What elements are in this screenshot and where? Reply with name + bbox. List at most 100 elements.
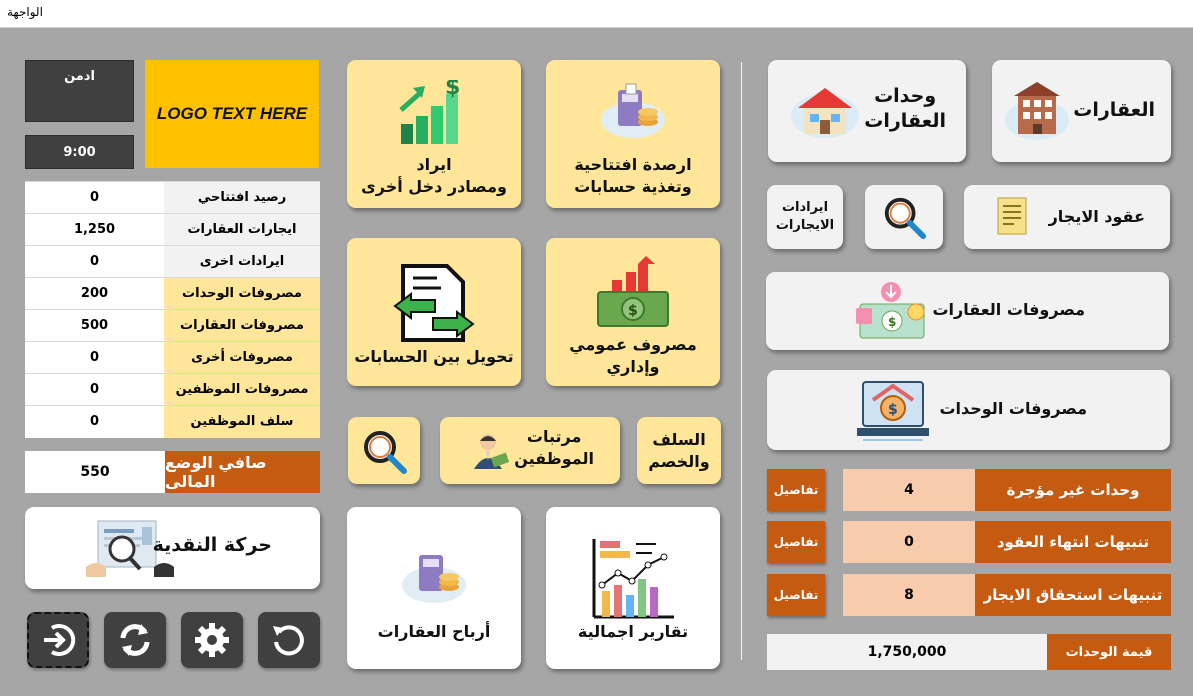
details-button[interactable]: تفاصيل — [767, 574, 825, 616]
opening-balances-label-line1: ارصدة افتتاحية — [574, 155, 692, 174]
summary-value: 0 — [25, 181, 164, 214]
opening-balances-button[interactable]: ارصدة افتتاحية وتغذية حسابات — [546, 60, 720, 208]
net-position: 550 صافي الوضع المالى — [25, 451, 320, 493]
summary-value: 0 — [25, 373, 164, 406]
salaries-button[interactable]: مرتبات الموظفين — [440, 417, 620, 484]
rent-income-label-line1: ايرادات — [781, 200, 829, 216]
table-row: 0 مصروفات الموظفين — [25, 373, 320, 406]
property-units-label-line1: وحدات — [874, 85, 937, 107]
table-row: 0 مصروفات أخرى — [25, 341, 320, 374]
summary-label: مصروفات العقارات — [164, 309, 320, 342]
properties-button[interactable]: العقارات — [992, 60, 1171, 162]
column-divider — [741, 62, 742, 660]
details-button[interactable]: تفاصيل — [767, 521, 825, 563]
transfer-button[interactable]: تحويل بين الحسابات — [347, 238, 521, 386]
expense-money-icon: $ — [856, 282, 925, 339]
alert-label: تنبيهات انتهاء العقود — [975, 521, 1171, 563]
summary-value: 0 — [25, 341, 164, 374]
cash-movement-label: حركة النقدية — [152, 534, 272, 556]
units-value-label: قيمة الوحدات — [1047, 634, 1171, 670]
table-row: 1,250 ايجارات العقارات — [25, 213, 320, 246]
summary-label: سلف الموظفين — [164, 405, 320, 438]
income-button[interactable]: $ ايراد ومصادر دخل أخرى — [347, 60, 521, 208]
net-position-value: 550 — [80, 464, 110, 480]
alert-value: 4 — [843, 469, 975, 511]
exit-icon — [44, 624, 76, 656]
reports-button[interactable]: تقارير اجمالية — [546, 507, 720, 669]
table-row: 0 ايرادات اخرى — [25, 245, 320, 278]
transfer-document-icon — [393, 264, 475, 342]
table-row: 0 رصيد افتتاحي — [25, 181, 320, 214]
general-expense-label-line1: مصروف عمومي — [569, 335, 697, 354]
opening-balances-label-line2: وتغذية حسابات — [574, 176, 692, 196]
search-icon — [884, 197, 927, 240]
user-name: ادمن — [25, 60, 134, 122]
exit-button[interactable] — [27, 612, 89, 668]
advances-label-line1: السلف — [652, 429, 706, 449]
income-label-line1: ايراد — [416, 155, 452, 174]
summary-label: ايرادات اخرى — [164, 245, 320, 278]
alert-row-unrented: تفاصيل 4 وحدات غير مؤجرة — [767, 469, 1171, 511]
rent-income-label-line2: الايجارات — [775, 218, 835, 233]
property-expenses-button[interactable]: $ مصروفات العقارات — [766, 272, 1169, 350]
refresh-button[interactable] — [104, 612, 166, 668]
table-row: 500 مصروفات العقارات — [25, 309, 320, 342]
alert-value: 0 — [843, 521, 975, 563]
settings-button[interactable] — [181, 612, 243, 668]
refresh-icon — [120, 624, 150, 656]
summary-value: 500 — [25, 309, 164, 342]
summary-value: 0 — [25, 245, 164, 278]
salaries-label-line1: مرتبات — [526, 427, 582, 446]
money-chart-icon: $ — [597, 256, 669, 327]
units-value-row: 1,750,000 قيمة الوحدات — [767, 634, 1171, 670]
building-icon — [1005, 82, 1069, 140]
alert-row-contract-expiry: تفاصيل 0 تنبيهات انتهاء العقود — [767, 521, 1171, 563]
summary-value: 200 — [25, 277, 164, 310]
gear-icon — [195, 623, 229, 657]
calculator-coins-icon — [402, 555, 466, 603]
laptop-money-icon: $ — [857, 381, 929, 441]
advances-label-line2: والخصم — [648, 451, 710, 471]
svg-text:$: $ — [888, 402, 898, 418]
summary-label: رصيد افتتاحي — [164, 181, 320, 214]
reset-button[interactable] — [258, 612, 320, 668]
reports-label: تقارير اجمالية — [577, 622, 689, 641]
employee-money-icon — [474, 434, 510, 469]
alert-row-rent-due: تفاصيل 8 تنبيهات استحقاق الايجار — [767, 574, 1171, 616]
net-position-label: صافي الوضع المالى — [165, 451, 320, 493]
income-label-line2: ومصادر دخل أخرى — [361, 176, 507, 196]
logo: LOGO TEXT HERE — [145, 60, 319, 168]
report-chart-icon — [592, 539, 674, 619]
search-icon — [364, 430, 407, 474]
general-expense-button[interactable]: $ مصروف عمومي وإداري — [546, 238, 720, 386]
search-button-right[interactable] — [865, 185, 943, 249]
title-bar: الواجهة — [0, 0, 1193, 28]
calculator-coins-icon — [601, 83, 665, 138]
contract-icon — [997, 197, 1027, 235]
svg-text:$: $ — [445, 80, 460, 100]
financial-summary-table: 0 رصيد افتتاحي 1,250 ايجارات العقارات 0 اير… — [25, 181, 320, 438]
leases-button[interactable]: عقود الايجار — [964, 185, 1170, 249]
units-value-amount: 1,750,000 — [767, 634, 1047, 670]
leases-label: عقود الايجار — [1048, 207, 1145, 226]
unit-expenses-button[interactable]: $ مصروفات الوحدات — [767, 370, 1170, 450]
search-button-middle[interactable] — [348, 417, 420, 484]
svg-text:$: $ — [628, 303, 638, 319]
unit-expenses-label: مصروفات الوحدات — [939, 399, 1087, 418]
reset-icon — [273, 625, 304, 656]
income-chart-icon: $ — [399, 80, 460, 144]
summary-value: 0 — [25, 405, 164, 438]
alert-value: 8 — [843, 574, 975, 616]
property-units-button[interactable]: وحدات العقارات — [768, 60, 966, 162]
transfer-label: تحويل بين الحسابات — [354, 347, 514, 366]
details-button[interactable]: تفاصيل — [767, 469, 825, 511]
svg-text:$: $ — [888, 315, 896, 329]
summary-value: 1,250 — [25, 213, 164, 246]
window-title: الواجهة — [7, 5, 43, 19]
salaries-label-line2: الموظفين — [514, 448, 594, 468]
advances-button[interactable]: السلف والخصم — [637, 417, 721, 484]
cash-movement-button[interactable]: حركة النقدية — [25, 507, 320, 589]
rent-income-button[interactable]: ايرادات الايجارات — [767, 185, 843, 249]
property-profits-button[interactable]: أرباح العقارات — [347, 507, 521, 669]
table-row: 0 سلف الموظفين — [25, 405, 320, 438]
